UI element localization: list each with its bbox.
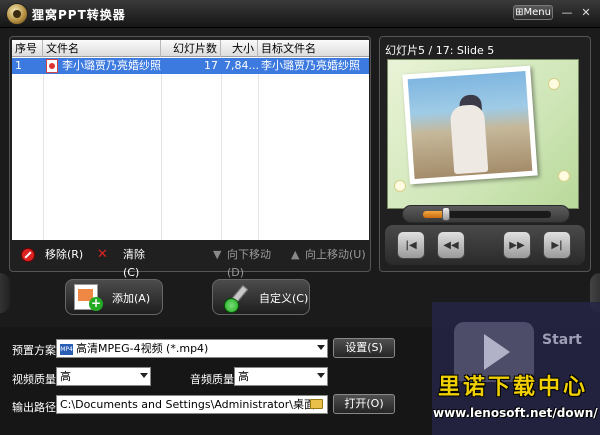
folder-icon[interactable]: [310, 399, 323, 409]
column-divider: [221, 57, 222, 240]
custom-button[interactable]: 自定义(C): [212, 279, 310, 315]
settings-button[interactable]: 设置(S): [333, 338, 395, 358]
left-side-handle: [0, 273, 10, 313]
chevron-down-icon: [317, 345, 325, 350]
move-up-button[interactable]: ▲ 向上移动(U): [291, 246, 367, 264]
video-quality-value: 高: [60, 370, 71, 383]
custom-label: 自定义(C): [259, 292, 309, 305]
slide-position-label: 幻灯片5 / 17: Slide 5: [385, 44, 495, 57]
mp4-format-icon: MP4: [60, 343, 73, 355]
app-title: 狸窝PPT转换器: [32, 8, 126, 22]
add-button[interactable]: 添加(A): [65, 279, 163, 315]
column-divider: [258, 57, 259, 240]
remove-button[interactable]: 移除(R): [21, 246, 87, 264]
video-quality-label: 视频质量:: [12, 373, 60, 386]
watermark-title: 里诺下载中心: [438, 375, 589, 400]
list-actions-bar: 移除(R) ✕ 清除(C) ▼ 向下移动(D) ▲ 向上移动(U): [9, 246, 371, 280]
audio-quality-label: 音频质量:: [190, 373, 238, 386]
minimize-button[interactable]: —: [560, 6, 574, 19]
ppt-file-icon: [46, 59, 58, 73]
flower-decoration: [548, 78, 560, 90]
row-size: 7,84...: [224, 59, 258, 72]
col-header-target[interactable]: 目标文件名: [258, 40, 369, 57]
preview-panel: 幻灯片5 / 17: Slide 5 |◀ ◀◀ ▶▶ ▶|: [379, 36, 591, 272]
slide-preview-image: [387, 59, 579, 209]
add-label: 添加(A): [112, 292, 151, 305]
table-header: 序号 文件名 幻灯片数 大小 目标文件名: [12, 40, 369, 57]
col-header-size[interactable]: 大小: [221, 40, 258, 57]
app-logo-icon: [6, 3, 28, 25]
chevron-down-icon: [140, 373, 148, 378]
first-slide-button[interactable]: |◀: [397, 231, 425, 259]
col-header-slides[interactable]: 幻灯片数: [161, 40, 221, 57]
previous-slide-button[interactable]: ◀◀: [437, 231, 465, 259]
bride-figure: [449, 104, 489, 175]
output-path-input[interactable]: C:\Documents and Settings\Administrator\…: [56, 395, 328, 414]
flower-decoration: [394, 180, 406, 192]
add-file-icon: [74, 284, 103, 311]
row-target: 李小璐贾乃亮婚纱照: [261, 59, 360, 72]
preset-label: 预置方案:: [12, 344, 60, 357]
flower-decoration: [558, 170, 570, 182]
row-filename-cell: 李小璐贾乃亮婚纱照: [43, 58, 161, 74]
file-list-panel: 序号 文件名 幻灯片数 大小 目标文件名 1 李小璐贾乃亮婚纱照 17 7,84…: [9, 36, 371, 272]
remove-icon: [21, 248, 35, 262]
move-up-label: 向上移动(U): [305, 248, 366, 261]
menu-button[interactable]: ⊞Menu: [513, 5, 553, 20]
remove-label: 移除(R): [45, 248, 84, 261]
arrow-up-icon: ▲: [291, 248, 300, 261]
title-bar: 狸窝PPT转换器 ⊞Menu — ✕: [0, 0, 600, 28]
wedding-photo: [402, 65, 538, 185]
chevron-down-icon: [317, 373, 325, 378]
playback-controls: |◀ ◀◀ ▶▶ ▶|: [385, 225, 585, 265]
beach-scene: [407, 71, 533, 179]
preset-value: 高清MPEG-4视频 (*.mp4): [76, 342, 209, 355]
table-row[interactable]: 1 李小璐贾乃亮婚纱照 17 7,84... 李小璐贾乃亮婚纱照: [12, 58, 369, 74]
watermark-url: www.lenosoft.net/down/: [433, 406, 598, 420]
row-slides: 17: [204, 59, 218, 72]
col-header-index[interactable]: 序号: [12, 40, 43, 57]
watermark-start-text: Start: [542, 332, 582, 348]
tools-icon: [221, 284, 249, 313]
row-index: 1: [15, 59, 22, 72]
seek-track[interactable]: [423, 207, 551, 221]
output-path-value: C:\Documents and Settings\Administrator\…: [60, 398, 316, 411]
file-table[interactable]: 序号 文件名 幻灯片数 大小 目标文件名 1 李小璐贾乃亮婚纱照 17 7,84…: [12, 40, 369, 240]
clear-icon: ✕: [97, 247, 108, 262]
column-divider: [161, 57, 162, 240]
next-slide-button[interactable]: ▶▶: [503, 231, 531, 259]
seek-handle[interactable]: [442, 207, 451, 221]
arrow-down-icon: ▼: [213, 248, 222, 261]
menu-label: Menu: [523, 7, 551, 18]
move-down-button[interactable]: ▼ 向下移动(D): [213, 246, 283, 279]
seek-bar[interactable]: [402, 205, 570, 223]
preset-select[interactable]: MP4 高清MPEG-4视频 (*.mp4): [56, 339, 328, 358]
column-divider: [43, 57, 44, 240]
clear-button[interactable]: ✕ 清除(C): [97, 246, 161, 280]
close-button[interactable]: ✕: [579, 6, 593, 19]
audio-quality-select[interactable]: 高: [234, 367, 328, 386]
output-path-label: 输出路径:: [12, 401, 60, 414]
video-quality-select[interactable]: 高: [56, 367, 151, 386]
clear-label: 清除(C): [123, 248, 145, 279]
audio-quality-value: 高: [238, 370, 249, 383]
col-header-filename[interactable]: 文件名: [43, 40, 161, 57]
row-filename: 李小璐贾乃亮婚纱照: [62, 59, 161, 72]
last-slide-button[interactable]: ▶|: [543, 231, 571, 259]
open-button[interactable]: 打开(O): [333, 394, 395, 414]
move-down-label: 向下移动(D): [227, 248, 271, 279]
